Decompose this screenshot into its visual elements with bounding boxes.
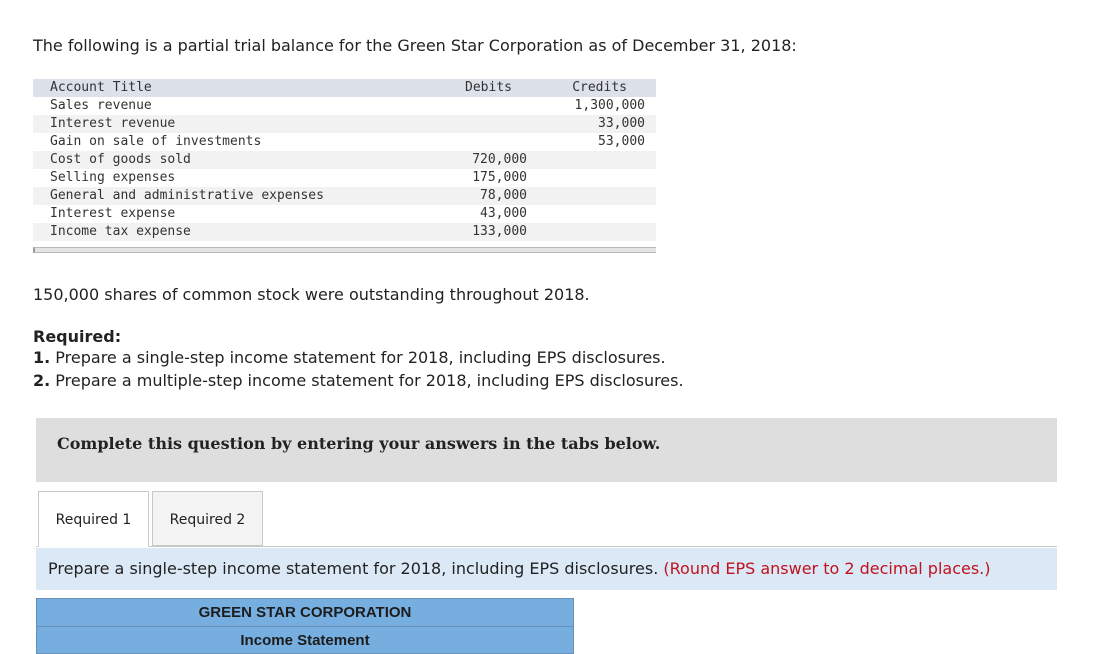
tab-instruction-bar: Prepare a single-step income statement f… bbox=[36, 548, 1057, 590]
debit-amount: 78,000 bbox=[480, 188, 527, 203]
header-credits: Credits bbox=[572, 80, 627, 95]
account-title: Cost of goods sold bbox=[50, 152, 191, 167]
required-item-2: 2. Prepare a multiple-step income statem… bbox=[33, 371, 684, 390]
account-title: Interest expense bbox=[50, 206, 176, 221]
tab-required-1[interactable]: Required 1 bbox=[38, 491, 149, 547]
debit-amount: 720,000 bbox=[472, 152, 527, 167]
table-row: Selling expenses 175,000 bbox=[33, 169, 656, 187]
debit-amount: 175,000 bbox=[472, 170, 527, 185]
table-horizontal-scrollbar[interactable] bbox=[33, 247, 656, 253]
tab-required-2[interactable]: Required 2 bbox=[152, 491, 263, 546]
instruction-main: Prepare a single-step income statement f… bbox=[48, 559, 664, 578]
statement-company-name: GREEN STAR CORPORATION bbox=[36, 598, 574, 627]
required-item-1: 1. Prepare a single-step income statemen… bbox=[33, 348, 666, 367]
account-title: Sales revenue bbox=[50, 98, 152, 113]
banner-text: Complete this question by entering your … bbox=[57, 434, 661, 453]
account-title: Selling expenses bbox=[50, 170, 176, 185]
required-heading: Required: bbox=[33, 327, 122, 346]
instructions-banner: Complete this question by entering your … bbox=[36, 418, 1057, 482]
account-title: Interest revenue bbox=[50, 116, 176, 131]
table-row: Interest revenue 33,000 bbox=[33, 115, 656, 133]
table-row: Cost of goods sold 720,000 bbox=[33, 151, 656, 169]
debit-amount: 43,000 bbox=[480, 206, 527, 221]
credit-amount: 33,000 bbox=[598, 116, 645, 131]
problem-intro: The following is a partial trial balance… bbox=[33, 36, 797, 55]
account-title: Gain on sale of investments bbox=[50, 134, 262, 149]
required-item-text: Prepare a multiple-step income statement… bbox=[50, 371, 684, 390]
trial-balance-table: Account Title Debits Credits Sales reven… bbox=[33, 79, 656, 241]
instruction-rounding-note: (Round EPS answer to 2 decimal places.) bbox=[663, 559, 991, 578]
statement-title: Income Statement bbox=[36, 626, 574, 654]
table-row: General and administrative expenses 78,0… bbox=[33, 187, 656, 205]
header-debits: Debits bbox=[465, 80, 512, 95]
header-account-title: Account Title bbox=[50, 80, 152, 95]
tab-divider bbox=[36, 546, 1057, 547]
instruction-text: Prepare a single-step income statement f… bbox=[48, 559, 991, 578]
account-title: General and administrative expenses bbox=[50, 188, 324, 203]
account-title: Income tax expense bbox=[50, 224, 191, 239]
debit-amount: 133,000 bbox=[472, 224, 527, 239]
credit-amount: 1,300,000 bbox=[574, 98, 645, 113]
required-item-number: 2. bbox=[33, 371, 51, 390]
required-item-text: Prepare a single-step income statement f… bbox=[50, 348, 666, 367]
table-row: Gain on sale of investments 53,000 bbox=[33, 133, 656, 151]
table-row: Sales revenue 1,300,000 bbox=[33, 97, 656, 115]
table-row: Interest expense 43,000 bbox=[33, 205, 656, 223]
table-row: Income tax expense 133,000 bbox=[33, 223, 656, 241]
shares-outstanding-text: 150,000 shares of common stock were outs… bbox=[33, 285, 590, 304]
trial-balance-header: Account Title Debits Credits bbox=[33, 79, 656, 97]
credit-amount: 53,000 bbox=[598, 134, 645, 149]
required-item-number: 1. bbox=[33, 348, 51, 367]
